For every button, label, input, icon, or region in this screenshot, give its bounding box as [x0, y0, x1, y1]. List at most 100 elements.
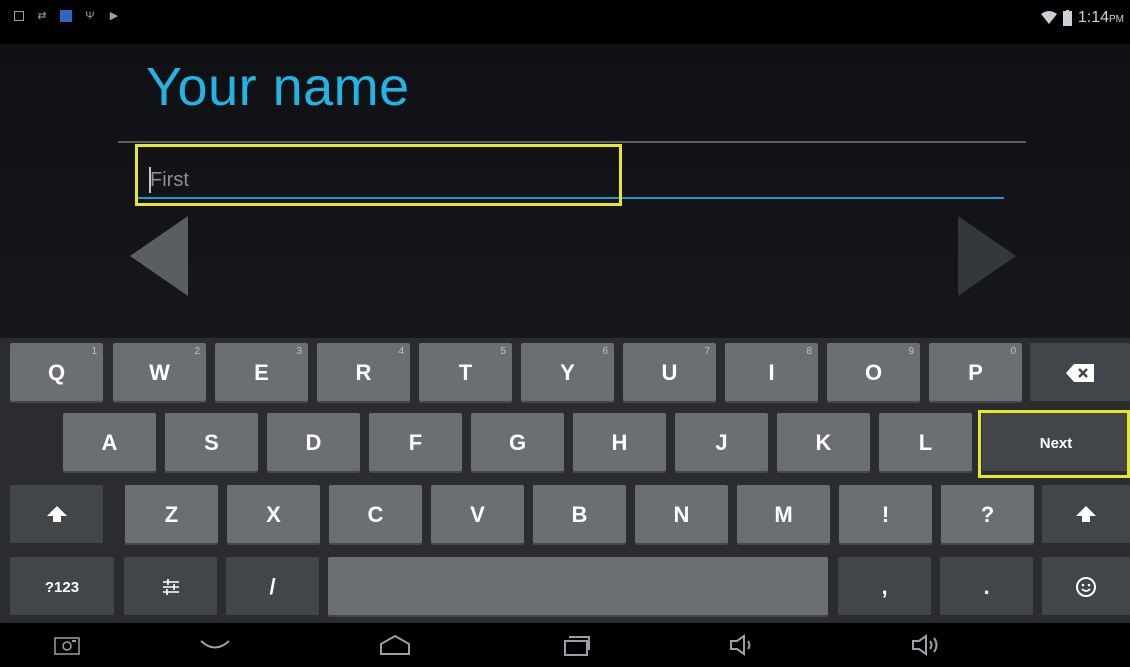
key-p[interactable]: P0 [929, 343, 1022, 403]
shift-key-right[interactable] [1042, 485, 1130, 545]
key-label: S [204, 430, 219, 455]
key-hint: 4 [398, 346, 404, 357]
shift-icon [1076, 506, 1096, 522]
symbols-key[interactable]: ?123 [10, 557, 114, 617]
key-s[interactable]: S [165, 413, 258, 473]
recents-icon [564, 636, 590, 656]
key-hint: 3 [296, 346, 302, 357]
key-label: . [983, 574, 990, 599]
key-hint: 0 [1010, 346, 1016, 357]
volume-up-icon [912, 634, 938, 656]
key-label: F [408, 430, 423, 455]
gallery-icon [14, 11, 24, 21]
first-field-highlight [135, 144, 622, 206]
key-v[interactable]: V [431, 485, 524, 545]
emoji-key[interactable] [1042, 557, 1130, 617]
usb-transfer-icon: ⇄ [37, 10, 47, 22]
volume-down-button[interactable] [716, 629, 770, 661]
volume-up-button[interactable] [900, 629, 954, 661]
key-label: / [269, 574, 276, 599]
key-hint: 9 [908, 346, 914, 357]
recents-button[interactable] [550, 629, 604, 661]
key-hint: 7 [704, 346, 710, 357]
emoji-icon [1076, 577, 1096, 597]
key-m[interactable]: M [737, 485, 830, 545]
key-label: K [815, 430, 832, 455]
volume-down-icon [730, 634, 751, 656]
key-label: L [918, 430, 933, 455]
notification-icons: ⇄ Ψ ▶ [14, 10, 120, 22]
key-label: ? [980, 502, 995, 527]
key-k[interactable]: K [777, 413, 870, 473]
key-w[interactable]: W2 [113, 343, 206, 403]
key-label: Q [47, 360, 66, 385]
key-e[interactable]: E3 [215, 343, 308, 403]
key-l[interactable]: L [879, 413, 972, 473]
battery-icon [1062, 10, 1072, 26]
key-label: Z [164, 502, 179, 527]
key-a[interactable]: A [63, 413, 156, 473]
key-label: ! [881, 502, 890, 527]
key-label: , [881, 574, 888, 599]
key-label: D [305, 430, 322, 455]
settings-icon [162, 579, 179, 595]
key-hint: 5 [500, 346, 506, 357]
page-title: Your name [146, 57, 410, 117]
shift-icon [46, 506, 67, 522]
space-key[interactable] [328, 557, 828, 617]
key-label: G [508, 430, 527, 455]
key-n[interactable]: N [635, 485, 728, 545]
key-period[interactable]: . [940, 557, 1033, 617]
soft-keyboard: Q1 W2 E3 R4 T5 Y6 U7 I8 O9 P0 A S D F G … [0, 338, 1130, 623]
camera-button[interactable] [40, 629, 94, 661]
keyboard-settings-key[interactable] [124, 557, 217, 617]
key-i[interactable]: I8 [725, 343, 818, 403]
key-label: E [254, 360, 269, 385]
home-button[interactable] [368, 629, 422, 661]
back-arrow-button[interactable] [130, 216, 190, 296]
key-comma[interactable]: , [838, 557, 931, 617]
key-question[interactable]: ? [941, 485, 1034, 545]
key-t[interactable]: T5 [419, 343, 512, 403]
camera-icon [54, 637, 80, 655]
key-y[interactable]: Y6 [521, 343, 614, 403]
key-f[interactable]: F [369, 413, 462, 473]
key-c[interactable]: C [329, 485, 422, 545]
clock: 1:14PM [1077, 9, 1124, 26]
key-hint: 8 [806, 346, 812, 357]
shift-key-left[interactable] [10, 485, 103, 545]
key-q[interactable]: Q1 [10, 343, 103, 403]
setup-screen: ⇄ Ψ ▶ 1:14PM Your name Q1 W2 E3 [0, 0, 1130, 667]
key-b[interactable]: B [533, 485, 626, 545]
key-u[interactable]: U7 [623, 343, 716, 403]
key-label: H [611, 430, 628, 455]
next-key-highlight [978, 410, 1130, 478]
key-h[interactable]: H [573, 413, 666, 473]
key-j[interactable]: J [675, 413, 768, 473]
key-label: W [149, 360, 170, 385]
play-store-icon: ▶ [109, 10, 119, 22]
key-label: ?123 [44, 578, 80, 596]
backspace-key[interactable] [1030, 343, 1130, 403]
key-exclamation[interactable]: ! [839, 485, 932, 545]
key-slash[interactable]: / [226, 557, 319, 617]
key-x[interactable]: X [227, 485, 320, 545]
key-label: O [864, 360, 883, 385]
key-label: J [715, 430, 728, 455]
key-g[interactable]: G [471, 413, 564, 473]
key-label: R [355, 360, 372, 385]
key-z[interactable]: Z [125, 485, 218, 545]
next-arrow-button[interactable] [956, 216, 1016, 296]
key-label: V [470, 502, 485, 527]
key-o[interactable]: O9 [827, 343, 920, 403]
back-button[interactable] [188, 629, 242, 661]
key-label: B [571, 502, 588, 527]
key-r[interactable]: R4 [317, 343, 410, 403]
key-label: M [774, 502, 793, 527]
home-icon [380, 634, 410, 655]
key-d[interactable]: D [267, 413, 360, 473]
blue-app-icon [60, 10, 72, 22]
key-label: C [367, 502, 384, 527]
key-hint: 6 [602, 346, 608, 357]
key-hint: 2 [194, 346, 200, 357]
